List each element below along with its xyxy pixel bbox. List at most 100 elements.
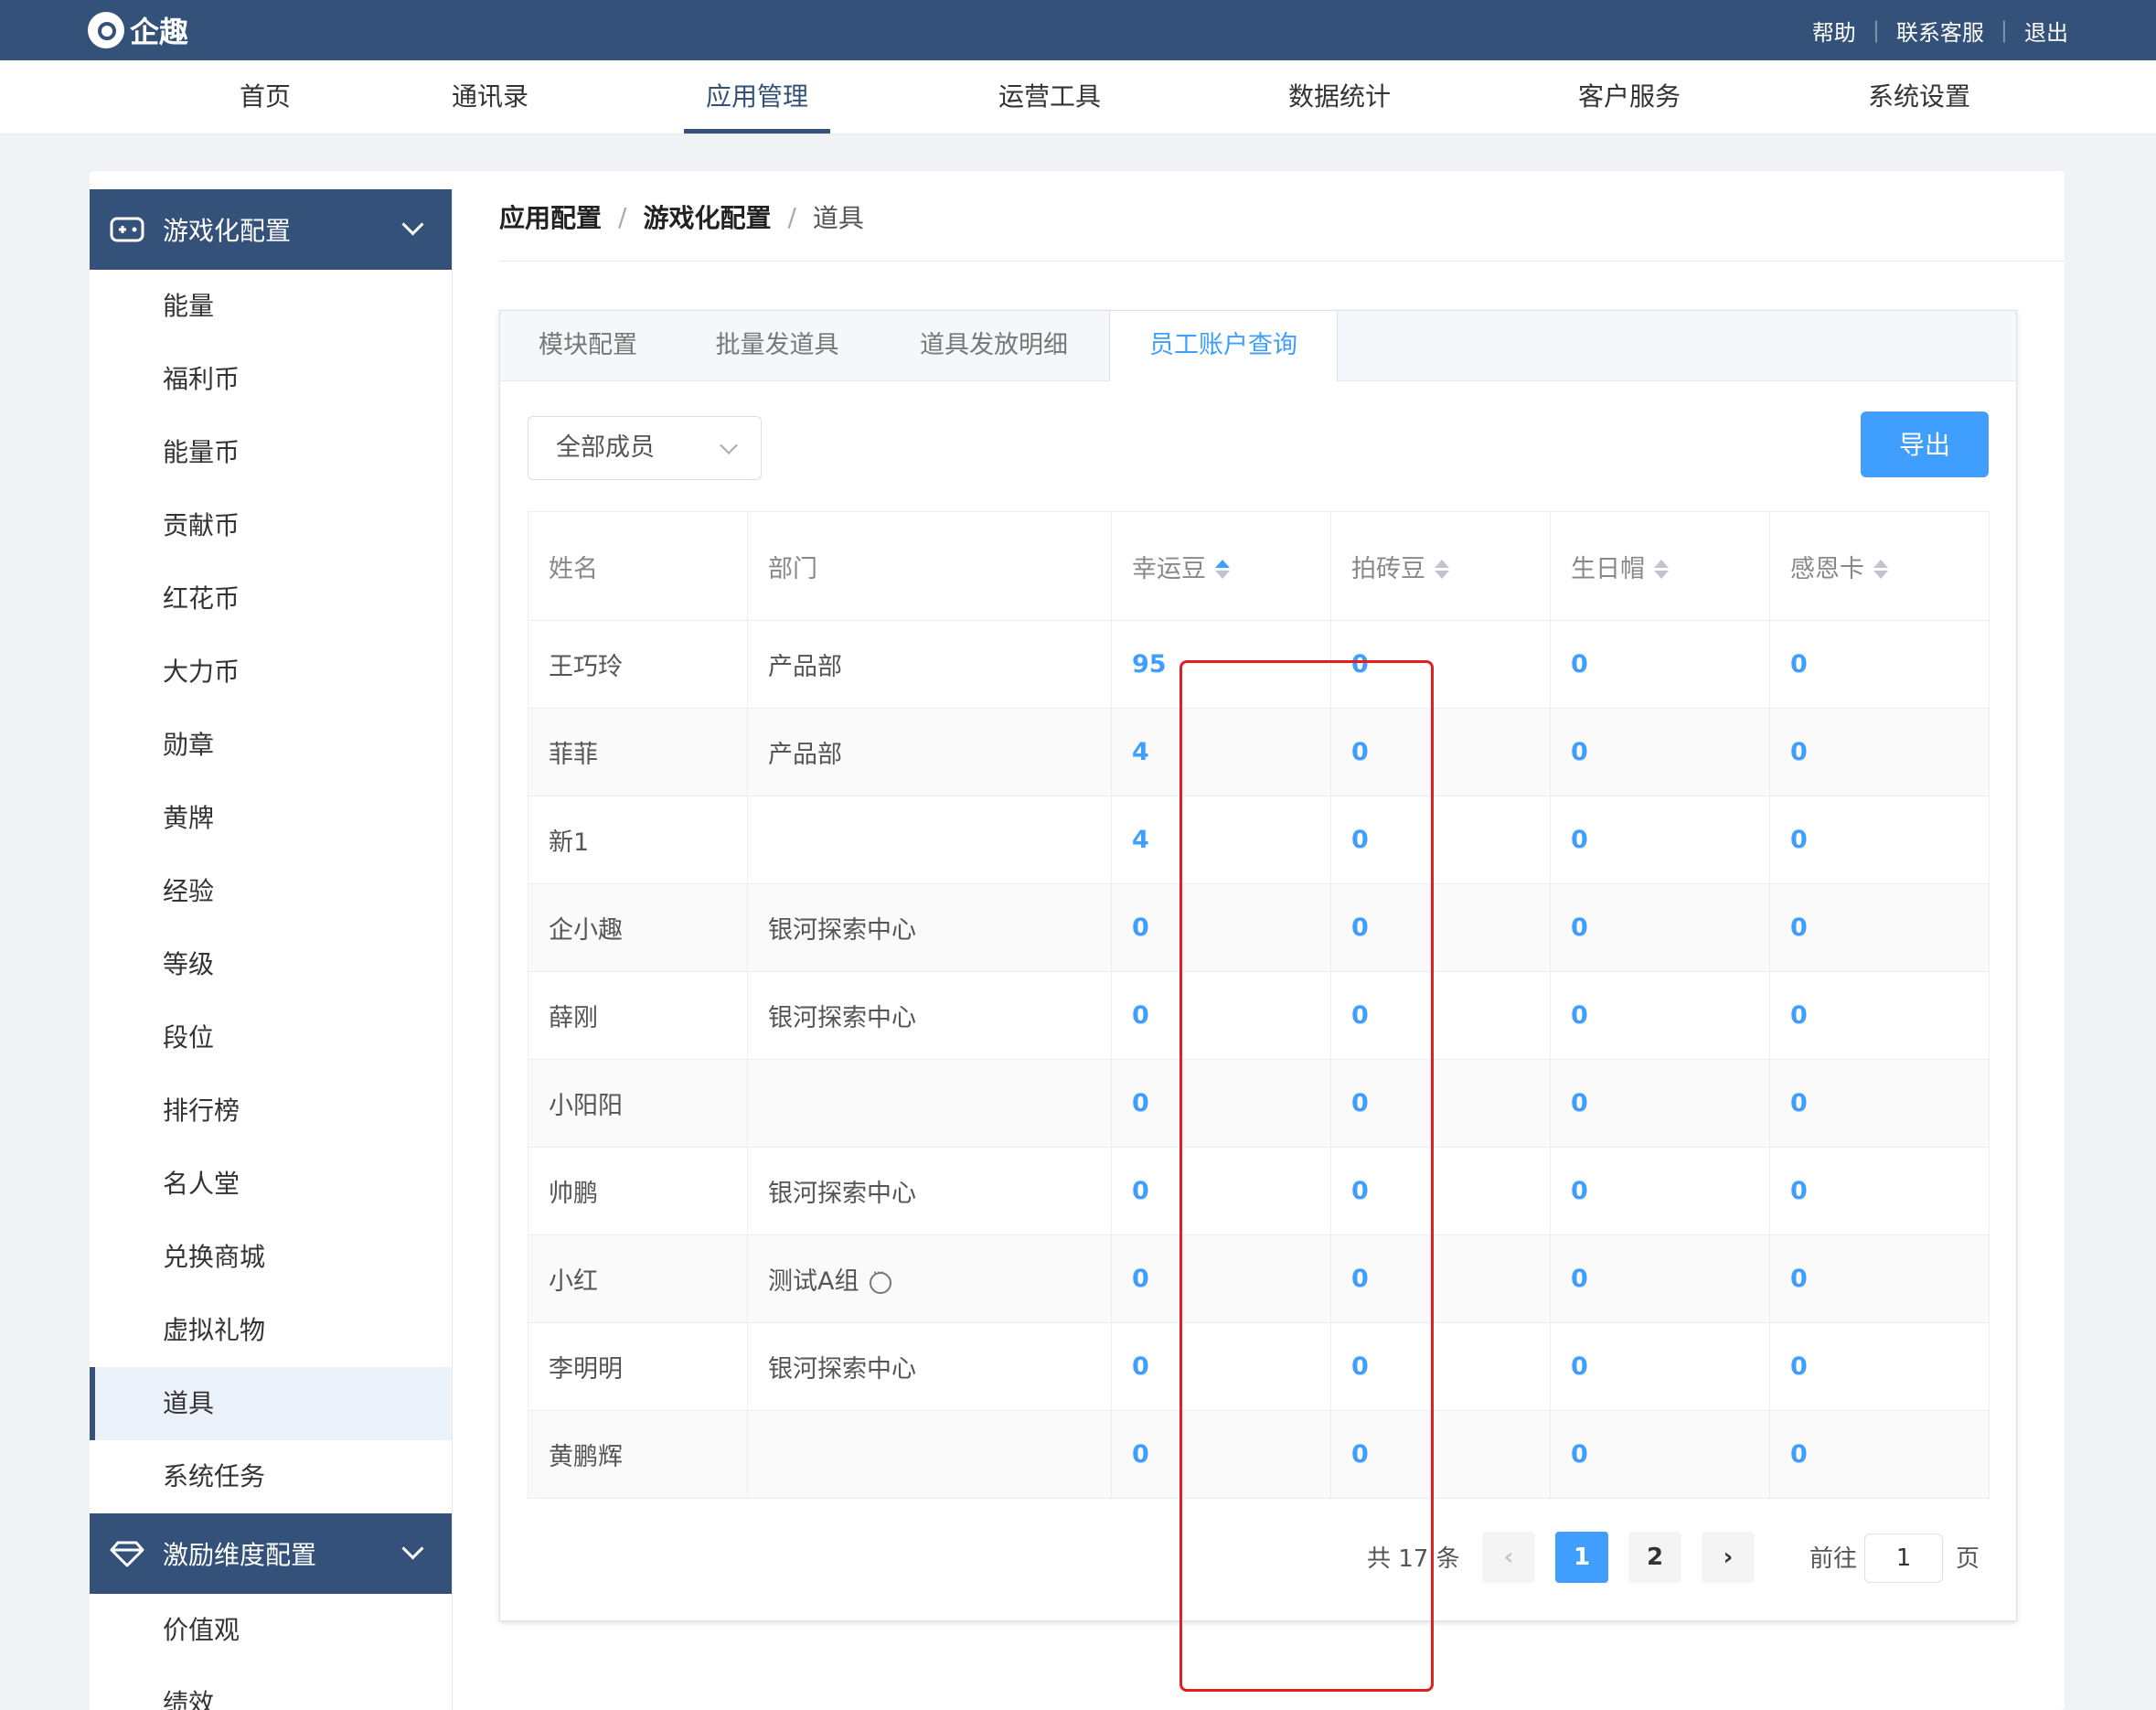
prev-page-button[interactable]: ‹ xyxy=(1482,1532,1535,1583)
cell-thanks-card[interactable]: 0 xyxy=(1790,1440,1808,1469)
cell-birthday-hat[interactable]: 0 xyxy=(1571,1265,1588,1293)
sidebar-item-contribution-coin[interactable]: 贡献币 xyxy=(90,489,452,562)
cell-birthday-hat[interactable]: 0 xyxy=(1571,914,1588,942)
cell-lucky-bean[interactable]: 0 xyxy=(1132,914,1149,942)
sidebar-item-yellow-card[interactable]: 黄牌 xyxy=(90,782,452,855)
member-select[interactable]: 全部成员 xyxy=(528,416,762,480)
sidebar-group-incentive[interactable]: 激励维度配置 xyxy=(90,1513,452,1594)
cell-thanks-card[interactable]: 0 xyxy=(1790,1265,1808,1293)
sidebar-item-energy-coin[interactable]: 能量币 xyxy=(90,416,452,489)
column-header-lucky-bean[interactable]: 幸运豆 xyxy=(1111,511,1331,621)
cell-brick-bean[interactable]: 0 xyxy=(1351,914,1369,942)
tab-props-issue-details[interactable]: 道具发放明细 xyxy=(879,311,1109,380)
contact-support-link[interactable]: 联系客服 xyxy=(1896,15,1984,47)
top-links: 帮助 | 联系客服 | 退出 xyxy=(1812,0,2068,60)
cell-lucky-bean[interactable]: 4 xyxy=(1132,826,1149,854)
cell-thanks-card[interactable]: 0 xyxy=(1790,1001,1808,1030)
cell-birthday-hat[interactable]: 0 xyxy=(1571,738,1588,766)
page-button-2[interactable]: 2 xyxy=(1628,1532,1681,1583)
sidebar-item-virtual-gift[interactable]: 虚拟礼物 xyxy=(90,1294,452,1367)
nav-customer-service[interactable]: 客户服务 xyxy=(1578,60,1681,134)
column-header-brick-bean[interactable]: 拍砖豆 xyxy=(1330,511,1551,621)
sidebar-item-props[interactable]: 道具 xyxy=(90,1367,452,1440)
cell-thanks-card[interactable]: 0 xyxy=(1790,1177,1808,1205)
cell-thanks-card[interactable]: 0 xyxy=(1790,650,1808,679)
export-button[interactable]: 导出 xyxy=(1861,411,1989,477)
tab-batch-issue-props[interactable]: 批量发道具 xyxy=(676,311,879,380)
sidebar-item-values[interactable]: 价值观 xyxy=(90,1594,452,1667)
sidebar-item-leaderboard[interactable]: 排行榜 xyxy=(90,1074,452,1148)
sidebar-item-experience[interactable]: 经验 xyxy=(90,855,452,928)
sidebar-item-system-tasks[interactable]: 系统任务 xyxy=(90,1440,452,1513)
breadcrumb-item[interactable]: 应用配置 xyxy=(499,198,602,235)
cell-brick-bean[interactable]: 0 xyxy=(1351,1001,1369,1030)
page-button-1[interactable]: 1 xyxy=(1555,1532,1608,1583)
sidebar-item-energy[interactable]: 能量 xyxy=(90,270,452,343)
sidebar-item-hall-of-fame[interactable]: 名人堂 xyxy=(90,1148,452,1221)
cell-birthday-hat[interactable]: 0 xyxy=(1571,1177,1588,1205)
cell-brick-bean[interactable]: 0 xyxy=(1351,1089,1369,1117)
cell-brick-bean[interactable]: 0 xyxy=(1351,738,1369,766)
nav-data-statistics[interactable]: 数据统计 xyxy=(1288,60,1391,134)
sidebar-group-gamification[interactable]: 游戏化配置 xyxy=(90,189,452,270)
nav-app-management[interactable]: 应用管理 xyxy=(683,60,831,134)
cell-birthday-hat[interactable]: 0 xyxy=(1571,1089,1588,1117)
cell-birthday-hat[interactable]: 0 xyxy=(1571,826,1588,854)
sort-icon[interactable] xyxy=(1873,560,1888,580)
nav-contacts[interactable]: 通讯录 xyxy=(452,60,528,134)
cell-name: 企小趣 xyxy=(528,883,748,972)
cell-birthday-hat[interactable]: 0 xyxy=(1571,1001,1588,1030)
cell-thanks-card[interactable]: 0 xyxy=(1790,1352,1808,1381)
cell-brick-bean[interactable]: 0 xyxy=(1351,1177,1369,1205)
cell-birthday-hat[interactable]: 0 xyxy=(1571,1440,1588,1469)
nav-system-settings[interactable]: 系统设置 xyxy=(1868,60,1970,134)
sidebar-item-red-flower-coin[interactable]: 红花币 xyxy=(90,562,452,636)
cell-lucky-bean[interactable]: 0 xyxy=(1132,1001,1149,1030)
cell-lucky-bean[interactable]: 0 xyxy=(1132,1177,1149,1205)
sort-icon[interactable] xyxy=(1654,560,1669,580)
account-table: 姓名 部门 幸运豆 拍砖豆 生日帽 感恩卡 王巧玲 产品部 95 0 0 0 菲… xyxy=(528,511,1990,1499)
tab-module-config[interactable]: 模块配置 xyxy=(500,311,676,380)
sort-icon[interactable] xyxy=(1435,560,1449,580)
sidebar-item-rank[interactable]: 段位 xyxy=(90,1001,452,1074)
column-header-birthday-hat[interactable]: 生日帽 xyxy=(1550,511,1770,621)
sort-icon[interactable] xyxy=(1215,560,1230,580)
cell-birthday-hat[interactable]: 0 xyxy=(1571,650,1588,679)
sidebar-item-level[interactable]: 等级 xyxy=(90,928,452,1001)
cell-thanks-card[interactable]: 0 xyxy=(1790,826,1808,854)
cell-brick-bean[interactable]: 0 xyxy=(1351,826,1369,854)
column-header-thanks-card[interactable]: 感恩卡 xyxy=(1769,511,1990,621)
logo[interactable]: 企趣 xyxy=(88,11,188,49)
tab-employee-account-query[interactable]: 员工账户查询 xyxy=(1109,311,1338,381)
cell-thanks-card[interactable]: 0 xyxy=(1790,914,1808,942)
cell-lucky-bean[interactable]: 4 xyxy=(1132,738,1149,766)
cell-lucky-bean[interactable]: 0 xyxy=(1132,1265,1149,1293)
sidebar-item-welfare-coin[interactable]: 福利币 xyxy=(90,343,452,416)
nav-home[interactable]: 首页 xyxy=(240,60,291,134)
cell-brick-bean[interactable]: 0 xyxy=(1351,1265,1369,1293)
sidebar-item-performance[interactable]: 绩效 xyxy=(90,1667,452,1710)
cell-lucky-bean[interactable]: 95 xyxy=(1132,650,1167,679)
next-page-button[interactable]: › xyxy=(1702,1532,1755,1583)
cell-brick-bean[interactable]: 0 xyxy=(1351,1352,1369,1381)
logout-link[interactable]: 退出 xyxy=(2024,15,2068,47)
cell-lucky-bean[interactable]: 0 xyxy=(1132,1352,1149,1381)
more-icon[interactable] xyxy=(870,1264,892,1294)
nav-operation-tools[interactable]: 运营工具 xyxy=(998,60,1101,134)
sidebar-item-medal[interactable]: 勋章 xyxy=(90,709,452,782)
breadcrumb-current: 道具 xyxy=(812,203,864,233)
help-link[interactable]: 帮助 xyxy=(1812,15,1856,47)
cell-thanks-card[interactable]: 0 xyxy=(1790,738,1808,766)
cell-dept: 产品部 xyxy=(747,708,1112,796)
cell-brick-bean[interactable]: 0 xyxy=(1351,1440,1369,1469)
cell-birthday-hat[interactable]: 0 xyxy=(1571,1352,1588,1381)
breadcrumb-item[interactable]: 游戏化配置 xyxy=(643,198,771,235)
sidebar-item-power-coin[interactable]: 大力币 xyxy=(90,636,452,709)
cell-lucky-bean[interactable]: 0 xyxy=(1132,1089,1149,1117)
cell-lucky-bean[interactable]: 0 xyxy=(1132,1440,1149,1469)
sidebar-item-exchange-mall[interactable]: 兑换商城 xyxy=(90,1221,452,1294)
goto-page-input[interactable] xyxy=(1864,1534,1943,1583)
cell-thanks-card[interactable]: 0 xyxy=(1790,1089,1808,1117)
cell-dept: 银河探索中心 xyxy=(747,1147,1112,1235)
cell-brick-bean[interactable]: 0 xyxy=(1351,650,1369,679)
